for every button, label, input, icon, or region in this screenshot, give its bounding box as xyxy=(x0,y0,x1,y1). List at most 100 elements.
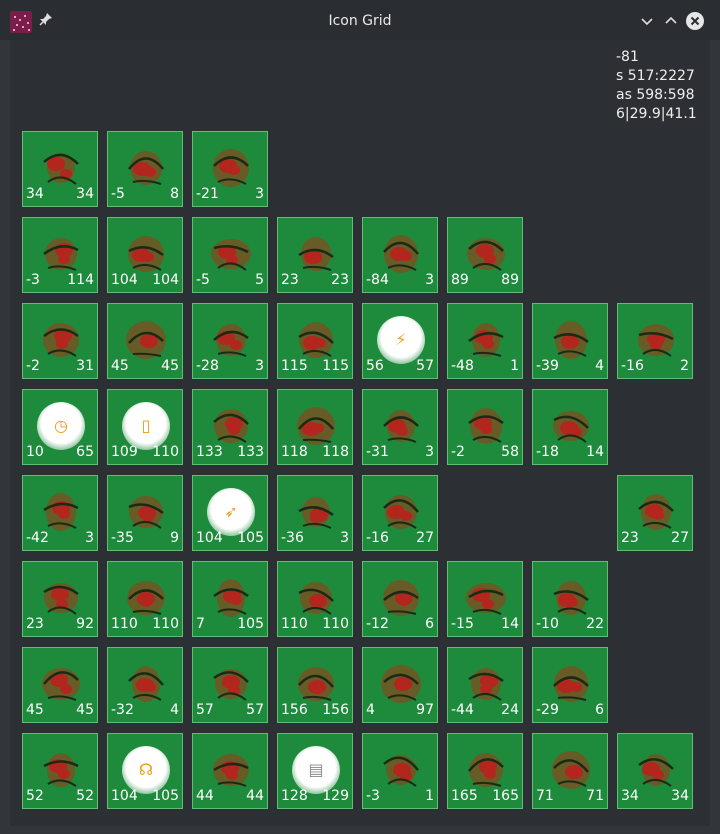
icon-tile[interactable]: ➶ 104 105 xyxy=(192,475,268,551)
icon-tile[interactable]: -36 3 xyxy=(277,475,353,551)
tile-value-right: 4 xyxy=(595,358,604,374)
bubble-symbol: ▤ xyxy=(308,760,324,779)
icon-tile[interactable]: -42 3 xyxy=(22,475,98,551)
tile-value-right: 110 xyxy=(322,616,349,632)
highlight-bubble: ▯ xyxy=(122,402,170,450)
tile-value-left: -3 xyxy=(26,272,40,288)
close-button[interactable] xyxy=(686,12,704,30)
tile-value-right: 65 xyxy=(76,444,94,460)
tile-value-left: 165 xyxy=(451,788,478,804)
icon-tile[interactable]: -84 3 xyxy=(362,217,438,293)
tile-value-left: -5 xyxy=(111,186,125,202)
tile-value-right: 14 xyxy=(501,616,519,632)
tile-value-right: 58 xyxy=(501,444,519,460)
tile-value-left: 23 xyxy=(26,616,44,632)
icon-tile[interactable]: 110 110 xyxy=(107,561,183,637)
tile-value-left: -36 xyxy=(281,530,304,546)
tile-value-right: 2 xyxy=(680,358,689,374)
window-title: Icon Grid xyxy=(328,13,392,29)
title-bar[interactable]: Icon Grid xyxy=(0,0,720,40)
icon-tile[interactable]: 110 110 xyxy=(277,561,353,637)
icon-tile[interactable]: -10 22 xyxy=(532,561,608,637)
icon-tile[interactable]: -35 9 xyxy=(107,475,183,551)
icon-tile[interactable]: 133 133 xyxy=(192,389,268,465)
icon-tile[interactable]: -28 3 xyxy=(192,303,268,379)
icon-tile[interactable]: 89 89 xyxy=(447,217,523,293)
minimize-button[interactable] xyxy=(638,12,656,30)
tile-value-left: -31 xyxy=(366,444,389,460)
icon-tile[interactable]: -3 1 xyxy=(362,733,438,809)
tile-value-left: -39 xyxy=(536,358,559,374)
icon-tile[interactable]: 23 23 xyxy=(277,217,353,293)
tile-value-left: 104 xyxy=(196,530,223,546)
icon-tile[interactable]: -44 24 xyxy=(447,647,523,723)
icon-tile[interactable]: 156 156 xyxy=(277,647,353,723)
icon-tile[interactable]: 7 105 xyxy=(192,561,268,637)
icon-tile[interactable]: -2 58 xyxy=(447,389,523,465)
icon-tile[interactable]: -3 114 xyxy=(22,217,98,293)
icon-tile[interactable]: 57 57 xyxy=(192,647,268,723)
icon-tile[interactable]: 104 104 xyxy=(107,217,183,293)
maximize-button[interactable] xyxy=(662,12,680,30)
tile-value-right: 129 xyxy=(322,788,349,804)
tile-value-left: 10 xyxy=(26,444,44,460)
tile-value-left: 52 xyxy=(26,788,44,804)
tile-value-left: -42 xyxy=(26,530,49,546)
icon-tile[interactable]: -16 27 xyxy=(362,475,438,551)
icon-tile[interactable]: 115 115 xyxy=(277,303,353,379)
tile-value-right: 23 xyxy=(331,272,349,288)
icon-tile[interactable]: 34 34 xyxy=(617,733,693,809)
tile-value-left: 23 xyxy=(621,530,639,546)
tile-value-right: 34 xyxy=(76,186,94,202)
tile-value-left: 133 xyxy=(196,444,223,460)
icon-tile[interactable]: -29 6 xyxy=(532,647,608,723)
tile-value-right: 57 xyxy=(246,702,264,718)
highlight-bubble: ▤ xyxy=(292,746,340,794)
icon-tile[interactable]: -21 3 xyxy=(192,131,268,207)
icon-tile[interactable]: -48 1 xyxy=(447,303,523,379)
icon-tile[interactable]: -16 2 xyxy=(617,303,693,379)
tile-value-left: 71 xyxy=(536,788,554,804)
tile-value-left: 44 xyxy=(196,788,214,804)
tile-value-left: 45 xyxy=(26,702,44,718)
tile-value-right: 110 xyxy=(152,444,179,460)
icon-tile[interactable]: -31 3 xyxy=(362,389,438,465)
tile-value-right: 34 xyxy=(671,788,689,804)
tile-value-left: -84 xyxy=(366,272,389,288)
icon-tile[interactable]: ⚡ 56 57 xyxy=(362,303,438,379)
icon-tile[interactable]: -32 4 xyxy=(107,647,183,723)
icon-tile[interactable]: 34 34 xyxy=(22,131,98,207)
icon-tile[interactable]: 45 45 xyxy=(107,303,183,379)
icon-tile[interactable]: 4 97 xyxy=(362,647,438,723)
icon-tile[interactable]: ▤ 128 129 xyxy=(277,733,353,809)
icon-tile[interactable]: 52 52 xyxy=(22,733,98,809)
icon-tile[interactable]: 23 92 xyxy=(22,561,98,637)
tile-value-right: 71 xyxy=(586,788,604,804)
tile-value-left: -48 xyxy=(451,358,474,374)
icon-tile[interactable]: -2 31 xyxy=(22,303,98,379)
icon-tile[interactable]: 45 45 xyxy=(22,647,98,723)
tile-value-right: 27 xyxy=(416,530,434,546)
icon-tile[interactable]: 71 71 xyxy=(532,733,608,809)
icon-tile[interactable]: 44 44 xyxy=(192,733,268,809)
icon-tile[interactable]: ☊ 104 105 xyxy=(107,733,183,809)
icon-tile[interactable]: 165 165 xyxy=(447,733,523,809)
info-line: as 598:598 xyxy=(616,87,695,103)
tile-value-right: 14 xyxy=(586,444,604,460)
icon-tile[interactable]: ◷ 10 65 xyxy=(22,389,98,465)
tile-value-right: 105 xyxy=(152,788,179,804)
tile-value-right: 27 xyxy=(671,530,689,546)
icon-tile[interactable]: 118 118 xyxy=(277,389,353,465)
icon-tile[interactable]: -12 6 xyxy=(362,561,438,637)
tile-value-right: 8 xyxy=(170,186,179,202)
icon-tile[interactable]: 23 27 xyxy=(617,475,693,551)
info-line: 6|29.9|41.1 xyxy=(616,106,697,122)
icon-tile[interactable]: -15 14 xyxy=(447,561,523,637)
icon-tile[interactable]: -5 8 xyxy=(107,131,183,207)
icon-tile[interactable]: -39 4 xyxy=(532,303,608,379)
tile-value-left: 110 xyxy=(281,616,308,632)
icon-tile[interactable]: ▯ 109 110 xyxy=(107,389,183,465)
icon-tile[interactable]: -5 5 xyxy=(192,217,268,293)
tile-value-left: 115 xyxy=(281,358,308,374)
icon-tile[interactable]: -18 14 xyxy=(532,389,608,465)
